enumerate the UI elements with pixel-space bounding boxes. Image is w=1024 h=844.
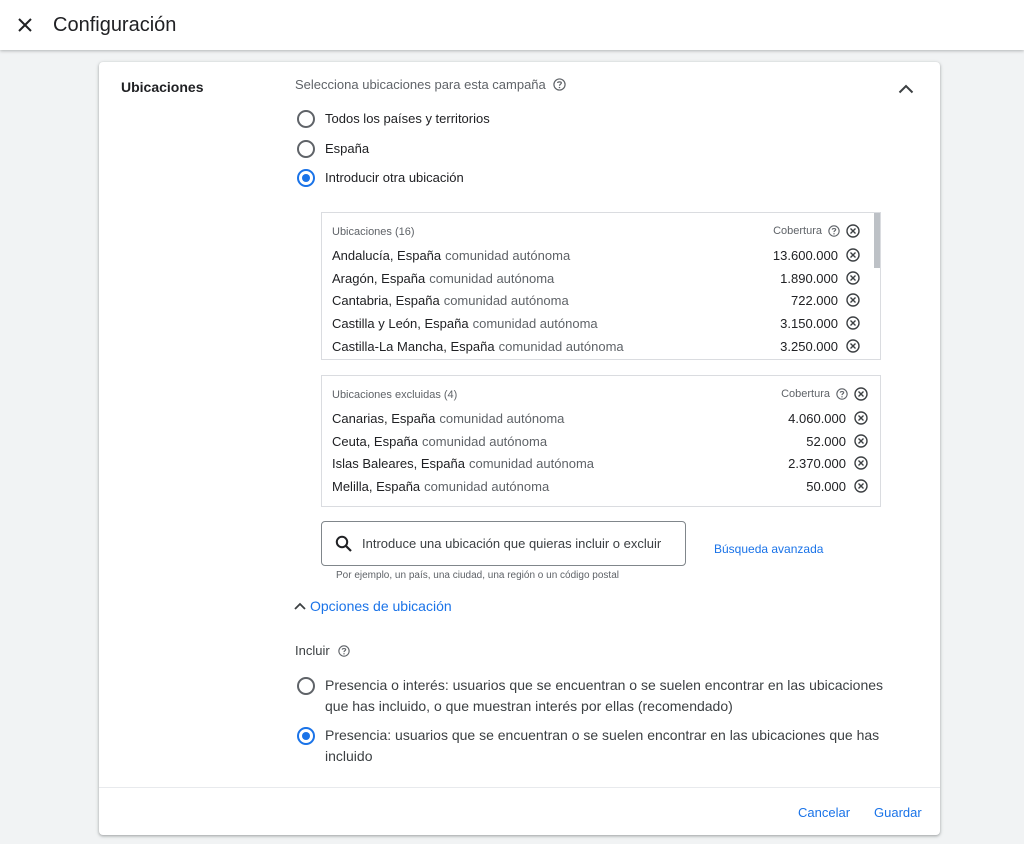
location-name: Ceuta, España <box>332 433 419 449</box>
location-type: comunidad autónoma <box>472 315 598 331</box>
remove-icon[interactable] <box>854 456 868 470</box>
coverage-header: Cobertura <box>773 224 860 238</box>
radio-spain[interactable]: España <box>297 140 369 158</box>
radio-other-location[interactable]: Introducir otra ubicación <box>297 169 464 187</box>
remove-icon[interactable] <box>854 479 868 493</box>
location-row: Andalucía, España comunidad autónoma 13.… <box>332 245 860 265</box>
include-label: Incluir <box>295 643 330 658</box>
location-options-toggle[interactable]: Opciones de ubicación <box>293 598 452 614</box>
coverage-label: Cobertura <box>773 225 822 237</box>
collapse-section-button[interactable] <box>894 79 918 99</box>
page-title: Configuración <box>53 13 177 36</box>
radio-presence[interactable]: Presencia: usuarios que se encuentran o … <box>297 725 885 767</box>
location-row: Ceuta, España comunidad autónoma 52.000 <box>332 431 868 451</box>
locations-card: Ubicaciones Selecciona ubicaciones para … <box>99 62 940 835</box>
remove-icon[interactable] <box>846 316 860 330</box>
location-coverage: 1.890.000 <box>780 270 838 286</box>
help-icon[interactable] <box>553 78 566 91</box>
excluded-locations-list: Ubicaciones excluidas (4) Cobertura Cana… <box>321 375 881 507</box>
remove-all-icon[interactable] <box>846 224 860 238</box>
coverage-label: Cobertura <box>781 388 830 400</box>
location-name: Castilla y León, España <box>332 315 469 331</box>
chevron-up-icon <box>294 602 306 610</box>
include-heading: Incluir <box>295 643 350 658</box>
radio-label: Presencia o interés: usuarios que se enc… <box>325 677 884 714</box>
location-name: Islas Baleares, España <box>332 455 465 471</box>
help-icon[interactable] <box>337 644 350 657</box>
remove-all-icon[interactable] <box>854 387 868 401</box>
radio-button-selected[interactable] <box>297 169 315 187</box>
help-icon[interactable] <box>836 388 848 400</box>
save-button[interactable]: Guardar <box>874 805 922 820</box>
location-coverage: 13.600.000 <box>772 247 838 263</box>
cancel-button[interactable]: Cancelar <box>798 805 850 820</box>
radio-button[interactable] <box>297 677 315 695</box>
location-name: Cantabria, España <box>332 292 440 308</box>
radio-presence-or-interest[interactable]: Presencia o interés: usuarios que se enc… <box>297 675 885 717</box>
coverage-header: Cobertura <box>781 387 868 401</box>
radio-button[interactable] <box>297 140 315 158</box>
advanced-search-link[interactable]: Búsqueda avanzada <box>714 542 823 556</box>
top-bar: Configuración <box>0 0 1024 50</box>
location-row: Melilla, España comunidad autónoma 50.00… <box>332 476 868 496</box>
search-icon <box>335 535 352 552</box>
chevron-up-icon <box>898 84 914 94</box>
location-name: Andalucía, España <box>332 247 442 263</box>
radio-button-selected[interactable] <box>297 727 315 745</box>
location-coverage: 3.250.000 <box>780 338 838 354</box>
location-search-input[interactable] <box>362 536 682 551</box>
included-header: Ubicaciones (16) <box>332 226 415 238</box>
location-coverage: 3.150.000 <box>780 315 838 331</box>
location-name: Aragón, España <box>332 270 426 286</box>
location-type: comunidad autónoma <box>439 410 565 426</box>
remove-icon[interactable] <box>846 339 860 353</box>
location-name: Castilla-La Mancha, España <box>332 338 495 354</box>
prompt-text: Selecciona ubicaciones para esta campaña <box>295 77 546 92</box>
scrollbar-thumb[interactable] <box>874 213 880 268</box>
radio-label: Todos los países y territorios <box>325 111 490 126</box>
location-row: Cantabria, España comunidad autónoma 722… <box>332 290 860 310</box>
remove-icon[interactable] <box>846 293 860 307</box>
radio-button[interactable] <box>297 110 315 128</box>
location-name: Canarias, España <box>332 410 436 426</box>
location-search-field[interactable] <box>321 521 686 566</box>
location-name: Melilla, España <box>332 478 421 494</box>
location-row: Castilla-La Mancha, España comunidad aut… <box>332 336 860 356</box>
remove-icon[interactable] <box>846 248 860 262</box>
location-coverage: 2.370.000 <box>788 455 846 471</box>
location-row: Islas Baleares, España comunidad autónom… <box>332 453 868 473</box>
remove-icon[interactable] <box>854 434 868 448</box>
location-row: Aragón, España comunidad autónoma 1.890.… <box>332 268 860 288</box>
radio-label: España <box>325 141 370 156</box>
location-type: comunidad autónoma <box>429 270 555 286</box>
remove-icon[interactable] <box>854 411 868 425</box>
radio-label: Introducir otra ubicación <box>325 170 464 185</box>
location-coverage: 50.000 <box>806 478 846 494</box>
location-row: Canarias, España comunidad autónoma 4.06… <box>332 408 868 428</box>
footer-divider <box>99 787 940 788</box>
radio-all-countries[interactable]: Todos los países y territorios <box>297 110 490 128</box>
radio-label: Presencia: usuarios que se encuentran o … <box>325 727 880 764</box>
location-row: Castilla y León, España comunidad autóno… <box>332 313 860 333</box>
location-coverage: 722.000 <box>791 292 838 308</box>
close-icon <box>18 18 32 32</box>
included-locations-list: Ubicaciones (16) Cobertura Andalucía, Es… <box>321 212 881 360</box>
location-type: comunidad autónoma <box>424 478 550 494</box>
locations-prompt: Selecciona ubicaciones para esta campaña <box>295 77 566 92</box>
section-title: Ubicaciones <box>121 79 204 95</box>
location-coverage: 52.000 <box>806 433 846 449</box>
location-type: comunidad autónoma <box>468 455 594 471</box>
remove-icon[interactable] <box>846 271 860 285</box>
location-type: comunidad autónoma <box>443 292 569 308</box>
location-coverage: 4.060.000 <box>788 410 846 426</box>
location-type: comunidad autónoma <box>445 247 571 263</box>
location-type: comunidad autónoma <box>498 338 624 354</box>
excluded-header: Ubicaciones excluidas (4) <box>332 389 458 401</box>
help-icon[interactable] <box>828 225 840 237</box>
close-button[interactable] <box>15 15 35 35</box>
search-hint: Por ejemplo, un país, una ciudad, una re… <box>336 570 619 581</box>
location-options-label: Opciones de ubicación <box>310 598 452 614</box>
location-type: comunidad autónoma <box>422 433 548 449</box>
